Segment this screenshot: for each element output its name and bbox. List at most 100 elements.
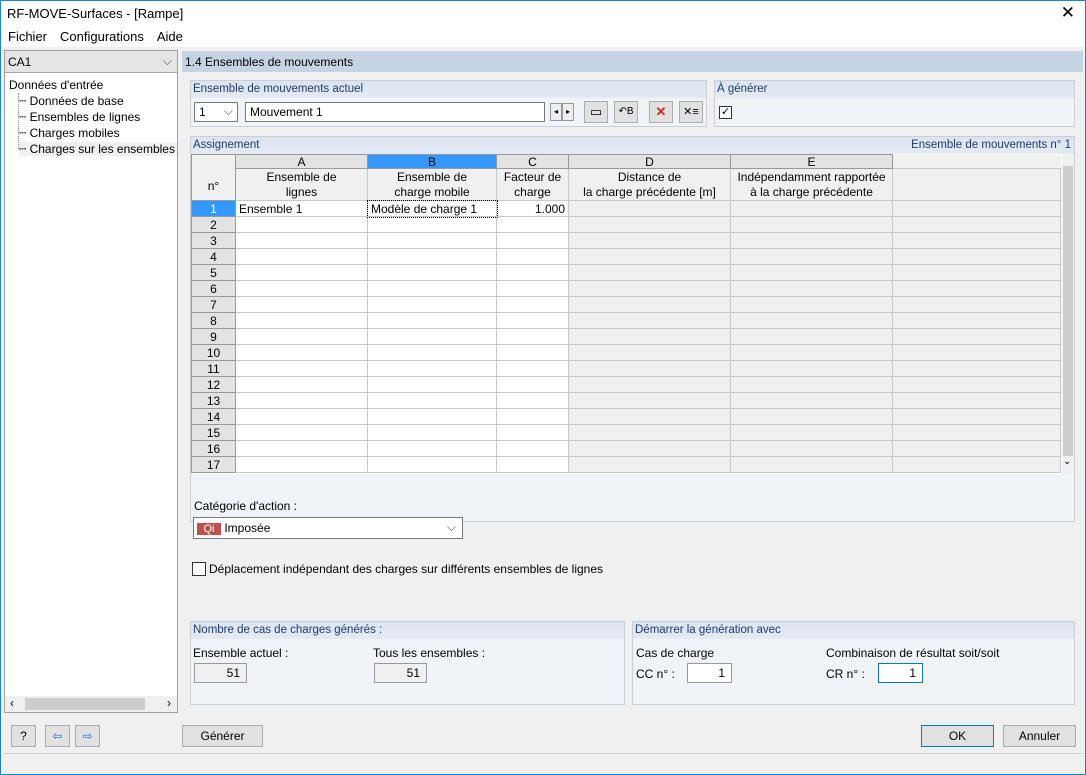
cell-distance[interactable] <box>568 440 731 457</box>
cell-mobile-load-set[interactable] <box>367 424 497 441</box>
lc-number-input[interactable]: 1 <box>687 663 732 683</box>
cell-load-factor[interactable] <box>496 392 569 409</box>
cell-mobile-load-set[interactable] <box>367 456 497 473</box>
import-icon[interactable]: ⇦ <box>45 725 70 747</box>
cell-load-factor[interactable] <box>496 280 569 297</box>
cell-independent[interactable] <box>730 264 893 281</box>
row-number[interactable]: 10 <box>191 344 236 361</box>
cell-line-set[interactable] <box>235 360 368 377</box>
row-number[interactable]: 12 <box>191 376 236 393</box>
next-icon[interactable]: ▸ <box>562 103 574 121</box>
cell-line-set[interactable] <box>235 408 368 425</box>
row-number[interactable]: 17 <box>191 456 236 473</box>
cell-distance[interactable] <box>568 264 731 281</box>
cell-line-set[interactable] <box>235 280 368 297</box>
set-number-combo[interactable]: 1 ⌵ <box>194 102 238 122</box>
cell-distance[interactable] <box>568 232 731 249</box>
cell-load-factor[interactable] <box>496 376 569 393</box>
row-number[interactable]: 3 <box>191 232 236 249</box>
tree-item-line-sets[interactable]: ┄ Ensembles de lignes <box>19 110 140 124</box>
cell-load-factor[interactable] <box>496 264 569 281</box>
cell-mobile-load-set[interactable] <box>367 408 497 425</box>
generate-checkbox[interactable]: ✓ <box>719 106 732 119</box>
load-case-combo[interactable]: CA1 ⌵ <box>5 51 177 73</box>
row-number[interactable]: 7 <box>191 296 236 313</box>
cell-independent[interactable] <box>730 424 893 441</box>
cell-load-factor[interactable] <box>496 328 569 345</box>
cell-independent[interactable] <box>730 312 893 329</box>
cell-independent[interactable] <box>730 344 893 361</box>
cell-distance[interactable] <box>568 424 731 441</box>
tree-item-base[interactable]: ┄ Données de base <box>19 94 124 108</box>
row-number[interactable]: 2 <box>191 216 236 233</box>
cell-distance[interactable] <box>568 328 731 345</box>
cell-distance[interactable] <box>568 360 731 377</box>
cell-mobile-load-set[interactable] <box>367 376 497 393</box>
scroll-thumb[interactable] <box>25 698 145 710</box>
cell-independent[interactable] <box>730 216 893 233</box>
cell-line-set[interactable] <box>235 424 368 441</box>
cell-line-set[interactable] <box>235 296 368 313</box>
menu-configurations[interactable]: Configurations <box>53 25 150 44</box>
cell-independent[interactable] <box>730 296 893 313</box>
cell-distance[interactable] <box>568 296 731 313</box>
cell-load-factor[interactable] <box>496 312 569 329</box>
cell-line-set[interactable] <box>235 456 368 473</box>
cell-distance[interactable] <box>568 344 731 361</box>
cell-mobile-load-set[interactable]: Modèle de charge 1 <box>366 199 498 218</box>
row-number[interactable]: 6 <box>191 280 236 297</box>
cell-independent[interactable] <box>730 440 893 457</box>
horizontal-scrollbar[interactable]: ‹ › <box>5 696 177 712</box>
cell-line-set[interactable] <box>235 264 368 281</box>
row-number[interactable]: 16 <box>191 440 236 457</box>
menu-fichier[interactable]: Fichier <box>1 25 53 44</box>
tree-item-loads-on-line-sets[interactable]: ┄ Charges sur les ensembles de lignes <box>19 142 177 156</box>
action-category-select[interactable]: Qi Imposée ⌵ <box>193 517 463 539</box>
cell-load-factor[interactable]: 1.000 <box>496 200 569 217</box>
tree-root[interactable]: Données d'entrée <box>9 78 103 92</box>
row-number[interactable]: 13 <box>191 392 236 409</box>
cell-line-set[interactable]: Ensemble 1 <box>235 200 368 217</box>
new-set-button[interactable]: ▭ <box>584 101 608 123</box>
cell-independent[interactable] <box>730 408 893 425</box>
cell-independent[interactable] <box>730 248 893 265</box>
cell-mobile-load-set[interactable] <box>367 440 497 457</box>
cell-load-factor[interactable] <box>496 216 569 233</box>
cell-load-factor[interactable] <box>496 408 569 425</box>
help-icon[interactable]: ? <box>11 725 36 747</box>
vertical-scrollbar[interactable]: ⌄ <box>1062 154 1074 474</box>
cell-distance[interactable] <box>568 408 731 425</box>
independent-checkbox[interactable] <box>192 562 206 576</box>
cell-mobile-load-set[interactable] <box>367 360 497 377</box>
row-number[interactable]: 11 <box>191 360 236 377</box>
cell-independent[interactable] <box>730 376 893 393</box>
delete-all-button[interactable]: ✕≡ <box>679 101 703 123</box>
cell-mobile-load-set[interactable] <box>367 216 497 233</box>
cell-mobile-load-set[interactable] <box>367 248 497 265</box>
cancel-button[interactable]: Annuler <box>1003 725 1076 747</box>
cell-independent[interactable] <box>730 456 893 473</box>
prev-icon[interactable]: ◂ <box>550 103 562 121</box>
cell-line-set[interactable] <box>235 232 368 249</box>
cell-load-factor[interactable] <box>496 232 569 249</box>
cell-line-set[interactable] <box>235 440 368 457</box>
cell-line-set[interactable] <box>235 312 368 329</box>
cell-independent[interactable] <box>730 200 893 217</box>
cell-mobile-load-set[interactable] <box>367 264 497 281</box>
cell-load-factor[interactable] <box>496 440 569 457</box>
row-number[interactable]: 5 <box>191 264 236 281</box>
cell-load-factor[interactable] <box>496 456 569 473</box>
cell-distance[interactable] <box>568 248 731 265</box>
cell-mobile-load-set[interactable] <box>367 392 497 409</box>
cell-load-factor[interactable] <box>496 344 569 361</box>
row-number[interactable]: 14 <box>191 408 236 425</box>
generate-button[interactable]: Générer <box>182 725 263 747</box>
cell-mobile-load-set[interactable] <box>367 280 497 297</box>
cell-line-set[interactable] <box>235 248 368 265</box>
row-number[interactable]: 8 <box>191 312 236 329</box>
cell-independent[interactable] <box>730 328 893 345</box>
cell-distance[interactable] <box>568 216 731 233</box>
cell-mobile-load-set[interactable] <box>367 312 497 329</box>
row-number[interactable]: 15 <box>191 424 236 441</box>
cell-distance[interactable] <box>568 456 731 473</box>
